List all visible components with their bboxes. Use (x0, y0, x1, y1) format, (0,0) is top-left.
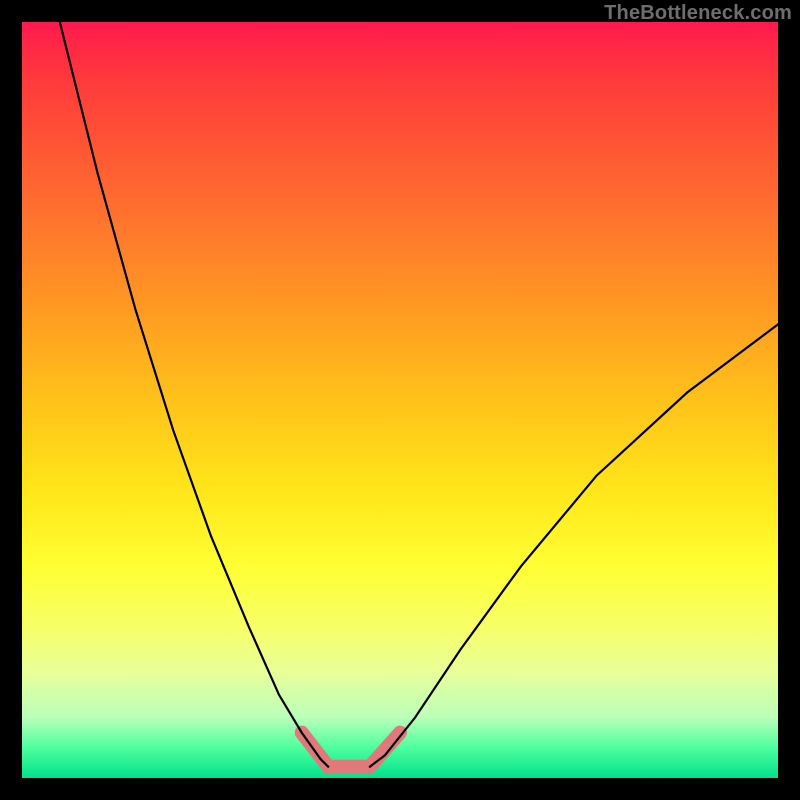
chart-svg (22, 22, 778, 778)
highlight-right (370, 733, 400, 767)
curve-left-branch (60, 22, 328, 767)
attribution-text: TheBottleneck.com (604, 2, 792, 25)
gradient-plot-area (22, 22, 778, 778)
highlight-region (302, 733, 400, 767)
curve-right-branch (370, 324, 778, 766)
